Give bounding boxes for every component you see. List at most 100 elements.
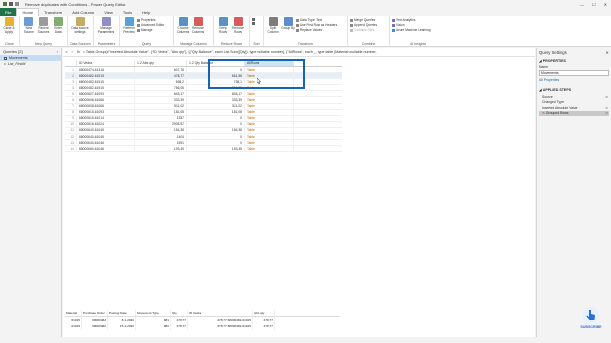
confirm-formula-icon[interactable]: ✓	[71, 50, 74, 54]
text-analytics-button[interactable]: Text Analytics	[392, 18, 431, 22]
column-header-abs-qty[interactable]: 1.2 Abs qty	[135, 60, 187, 66]
list-icon: ≡	[4, 62, 6, 66]
cell-id-vedra: 68000482-61915	[77, 79, 135, 85]
tab-transform[interactable]: Transform	[39, 8, 67, 16]
cell-allrows[interactable]: Table	[245, 121, 294, 127]
quick-access-toolbar	[3, 2, 19, 6]
cell-allrows[interactable]: Table	[245, 127, 294, 134]
combine-files-button[interactable]: Combine Files	[350, 28, 377, 32]
window-title: Remove duplicates with Conditions - Powe…	[25, 1, 126, 7]
merge-queries-button[interactable]: Merge Queries	[350, 18, 377, 22]
cell-allrows[interactable]: Table	[245, 134, 294, 140]
cell-allrows[interactable]: Table	[245, 115, 294, 121]
row-number: 6	[65, 97, 77, 103]
query-item-list-firstm[interactable]: ≡ List_FirstM	[0, 61, 61, 67]
cell-allrows[interactable]: Table	[245, 146, 294, 152]
preview-row: 61915 68000482 15-1-2020 882 478,77 478,…	[65, 323, 340, 330]
cell-abs-qty: 607,76	[135, 67, 187, 73]
step-grouped-rows[interactable]: ✕ Grouped Rows ⚙	[539, 110, 609, 116]
azure-ml-icon	[392, 28, 395, 32]
table-row[interactable]: 14 68000660-61046 193,45 193,45 Table	[65, 146, 342, 153]
cell-qty-balance: 181,08	[187, 109, 245, 115]
minimize-button[interactable]: —	[580, 2, 584, 7]
cell-id-vedra: 68000482-61915	[77, 85, 135, 91]
split-column-icon	[268, 17, 278, 26]
tab-home[interactable]: Home	[16, 8, 40, 16]
cell-abs-qty: 478,77	[135, 73, 187, 79]
highlight-box	[208, 59, 305, 89]
close-formula-icon[interactable]: ✕	[65, 50, 68, 54]
row-number: 5	[65, 91, 77, 97]
collapse-icon: ◢	[539, 88, 542, 92]
cell-allrows[interactable]: Table	[245, 91, 294, 97]
preview-cell: 478,77 68000482-61915	[188, 323, 253, 330]
cell-allrows[interactable]: Table	[245, 109, 294, 115]
cell-qty-balance: 0	[187, 115, 245, 121]
save-icon[interactable]	[9, 2, 13, 6]
cell-allrows[interactable]: Table	[245, 140, 294, 146]
advanced-editor-button[interactable]: Advanced Editor	[137, 23, 164, 27]
tab-view[interactable]: View	[99, 8, 118, 16]
tab-file[interactable]: File	[0, 8, 17, 16]
gear-icon[interactable]: ⚙	[605, 106, 608, 110]
cell-abs-qty: 154,38	[135, 127, 187, 134]
close-button[interactable]: ✕	[604, 2, 607, 7]
group-by-icon	[283, 17, 293, 26]
query-name-input[interactable]: Movements	[539, 70, 609, 76]
data-type-dropdown[interactable]: Data Type: Text	[296, 18, 337, 22]
group-sort: Sort	[250, 16, 264, 46]
column-header-id-vedra[interactable]: ID Vedra	[77, 60, 135, 66]
cell-qty-balance: 193,45	[187, 146, 245, 152]
cell-abs-qty: 845,17	[135, 91, 187, 97]
cell-allrows[interactable]: Table	[245, 103, 294, 109]
append-queries-button[interactable]: Append Queries	[350, 23, 377, 27]
group-combine: Merge Queries Append Queries Combine Fil…	[348, 16, 390, 46]
group-label: Reduce Rows	[220, 42, 243, 46]
group-label: Sort	[253, 42, 260, 46]
cell-id-vedra: 68000474-61316	[77, 67, 135, 73]
tab-add-column[interactable]: Add Column	[67, 8, 99, 16]
preview-col-header: Purchase Order	[82, 310, 108, 316]
properties-section[interactable]: ◢ PROPERTIES	[539, 59, 609, 63]
tab-tools[interactable]: Tools	[118, 8, 137, 16]
group-label: Close	[5, 42, 14, 46]
manage-icon	[137, 28, 140, 32]
formula-input[interactable]: = Table.Group(#"Inserted Absolute Value"…	[83, 50, 377, 54]
row-number: 7	[65, 103, 77, 109]
row-number: 8	[65, 109, 77, 115]
cell-abs-qty: 333,39	[135, 97, 187, 103]
combine-files-icon	[350, 28, 353, 32]
collapse-chevron-icon[interactable]: ‹	[57, 49, 58, 54]
query-settings-pane: Query Settings ✕ ◢ PROPERTIES Name Moveme…	[536, 48, 611, 343]
maximize-button[interactable]: ☐	[592, 2, 596, 7]
refresh-icon	[124, 17, 134, 26]
formula-bar: ✕ ✓ fx = Table.Group(#"Inserted Absolute…	[63, 48, 535, 57]
gear-icon[interactable]: ⚙	[605, 95, 608, 99]
applied-steps-section[interactable]: ◢ APPLIED STEPS	[539, 88, 609, 92]
append-icon	[350, 23, 353, 27]
delete-step-icon[interactable]: ✕	[542, 111, 545, 115]
all-properties-link[interactable]: All Properties	[539, 78, 609, 82]
close-settings-icon[interactable]: ✕	[605, 50, 609, 55]
group-label: Parameters	[97, 42, 116, 46]
group-label: Query	[141, 42, 152, 46]
vision-button[interactable]: Vision	[392, 23, 431, 27]
row-number: 10	[65, 121, 77, 127]
manage-button[interactable]: Manage	[137, 28, 164, 32]
sort-ascending-button[interactable]	[252, 18, 255, 21]
azure-ml-button[interactable]: Azure Machine Learning	[392, 28, 431, 32]
row-number: 4	[65, 85, 77, 91]
replace-values-button[interactable]: Replace Values	[296, 28, 337, 32]
tab-help[interactable]: Help	[137, 8, 155, 16]
undo-icon[interactable]	[15, 2, 19, 6]
sort-descending-button[interactable]	[252, 22, 255, 25]
use-first-row-button[interactable]: Use First Row as Headers	[296, 23, 337, 27]
select-all-cell[interactable]	[65, 60, 77, 66]
properties-button[interactable]: Properties	[137, 18, 164, 22]
cell-id-vedra: 68000615-61014	[77, 115, 135, 121]
cell-qty-balance: 0	[187, 121, 245, 127]
gear-icon[interactable]: ⚙	[605, 111, 608, 115]
subscribe-badge[interactable]: SUBSCRIBE	[577, 306, 605, 336]
cell-allrows[interactable]: Table	[245, 97, 294, 103]
mouse-cursor-icon	[257, 78, 261, 84]
